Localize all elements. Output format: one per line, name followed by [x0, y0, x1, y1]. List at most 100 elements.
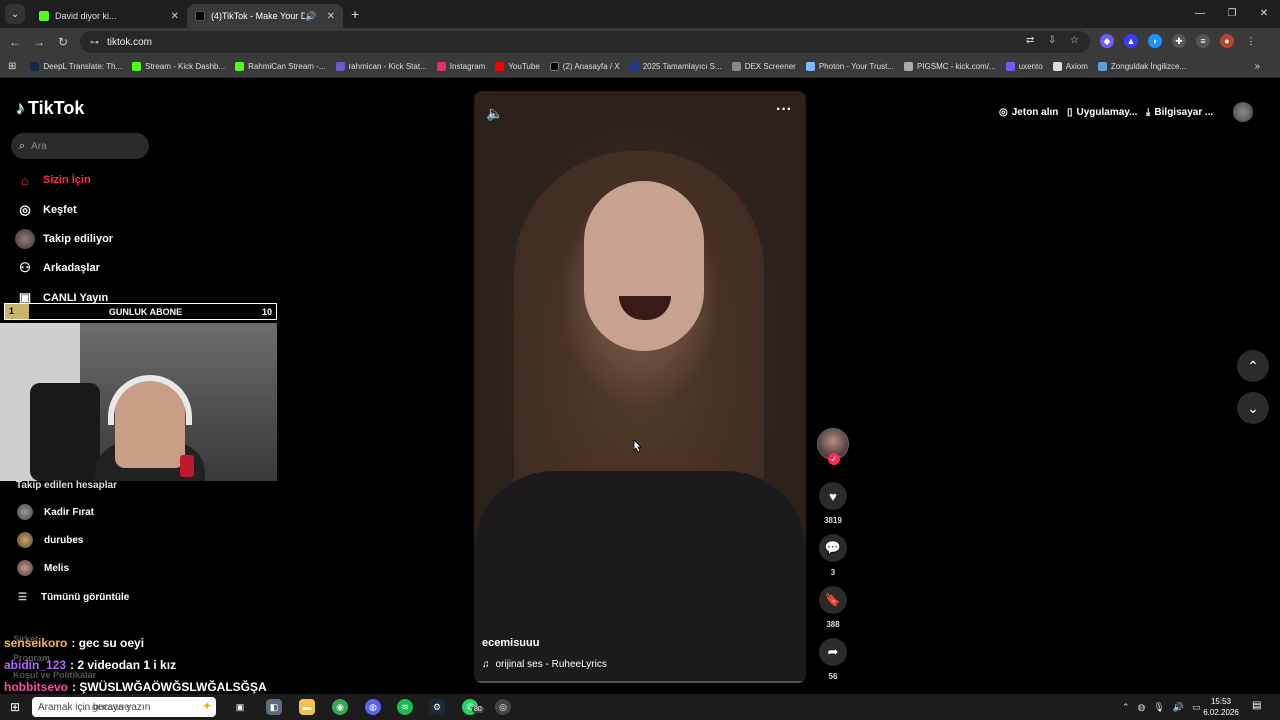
chat-message: hobbitsevo: ŞWÜSLWĞAÖWĞSLWĞALSĞŞA [4, 680, 267, 694]
follow-plus-icon[interactable]: ✓ [828, 453, 840, 465]
instagram-icon [436, 62, 446, 71]
desktop-app-button[interactable]: ⤓ Bilgisayar ... [1146, 102, 1213, 122]
volume-icon[interactable]: 🔈 [486, 105, 503, 122]
nav-friends[interactable]: ⚇ Arkadaşlar [15, 258, 100, 278]
profile-avatar[interactable] [1233, 102, 1253, 122]
tiktok-logo[interactable]: ♪ TikTok [16, 98, 84, 119]
extension-icon[interactable]: ▲ [1124, 34, 1138, 48]
bookmark-item[interactable]: Zonguldak İngilizce... [1097, 62, 1186, 71]
microphone-icon[interactable]: 🎙 [1153, 702, 1164, 713]
media-control-icon[interactable]: ≡ [1196, 34, 1210, 48]
bookmark-item[interactable]: PIGSMC - kick.com/... [903, 62, 996, 71]
search-overlay-text: gecsene [92, 702, 130, 713]
apps-grid-icon[interactable]: ⊞ [8, 61, 16, 72]
bookmark-item[interactable]: 2025 Tamamlayıcı S... [629, 62, 722, 71]
profile-icon[interactable]: ● [1220, 34, 1234, 48]
extension-icon[interactable]: ◗ [1148, 34, 1162, 48]
video-player[interactable]: 🔈 ··· ecemisuuu ♫ orijinal ses - RuheeLy… [474, 91, 806, 683]
menu-icon[interactable]: ⋮ [1244, 34, 1258, 48]
get-coins-button[interactable]: ◎ Jeton alın [999, 102, 1058, 122]
more-options-icon[interactable]: ··· [776, 101, 792, 119]
windows-start-icon[interactable]: ⊞ [0, 700, 30, 714]
video-author[interactable]: ecemisuuu [482, 637, 539, 649]
chrome-icon[interactable]: ◉ [332, 699, 348, 715]
steam-icon[interactable]: ⚙ [429, 699, 445, 715]
obs-icon[interactable]: ◎ [495, 699, 511, 715]
bookmark-item[interactable]: Axiom [1052, 62, 1088, 71]
bookmark-item[interactable]: Instagram [436, 62, 485, 71]
bookmark-item[interactable]: RahmiCan Stream -... [235, 62, 326, 71]
close-window-icon[interactable]: ✕ [1248, 0, 1280, 28]
bookmark-item[interactable]: Stream - Kick Dashb... [132, 62, 225, 71]
bookmark-item[interactable]: DeepL Translate: Th... [30, 62, 122, 71]
avatar [17, 532, 33, 548]
address-bar[interactable]: ⊶ tiktok.com ⇄ ⇩ ☆ [80, 31, 1090, 53]
minimize-icon[interactable]: — [1184, 0, 1216, 28]
video-progress-bar[interactable] [474, 681, 806, 683]
restore-icon[interactable]: ❐ [1216, 0, 1248, 28]
chevron-up-icon[interactable]: ⌃ [1122, 702, 1130, 713]
bookmark-item[interactable]: DEX Screener [731, 62, 796, 71]
tiktok-note-icon: ♪ [16, 98, 25, 118]
bookmark-star-icon[interactable]: ☆ [1070, 35, 1079, 46]
following-account[interactable]: Melis [17, 560, 69, 576]
view-all-following[interactable]: ☰ Tümünü görüntüle [18, 592, 129, 603]
forward-icon[interactable]: → [27, 35, 51, 49]
list-icon: ☰ [18, 592, 27, 603]
speaker-icon[interactable]: 🔊 [1173, 702, 1184, 713]
close-tab-icon[interactable]: ✕ [327, 11, 335, 22]
tab-tiktok[interactable]: (4)TikTok - Make Your Day 🔊 ✕ [187, 4, 343, 28]
discord-icon[interactable]: ◍ [365, 699, 381, 715]
nav-explore[interactable]: ◎ Keşfet [15, 200, 76, 220]
reload-icon[interactable]: ↻ [51, 35, 75, 49]
extension-icon[interactable]: ◆ [1100, 34, 1114, 48]
audio-playing-icon[interactable]: 🔊 [305, 11, 316, 22]
desktop-app-label: Bilgisayar ... [1154, 106, 1214, 118]
video-music[interactable]: ♫ orijinal ses - RuheeLyrics [482, 659, 607, 670]
save-button[interactable]: 🔖 [819, 586, 847, 614]
site-info-icon[interactable]: ⊶ [90, 37, 99, 48]
coin-icon: ◎ [999, 106, 1008, 118]
spotify-icon[interactable]: ≋ [397, 699, 413, 715]
bookmark-item[interactable]: rahmican - Kick Stat... [335, 62, 427, 71]
get-app-button[interactable]: ▯ Uygulamay... [1067, 102, 1137, 122]
creator-avatar[interactable]: ✓ [817, 428, 849, 465]
taskbar-clock[interactable]: 15:53 6.02.2026 [1200, 696, 1242, 718]
more-bookmarks-icon[interactable]: » [1254, 61, 1260, 72]
search-box[interactable]: ⌕ [11, 133, 149, 159]
bookmark-item[interactable]: (2) Anasayfa / X [549, 62, 620, 71]
bookmark-item[interactable]: YouTube [495, 62, 540, 71]
bookmark-favicon-icon [1097, 62, 1107, 71]
phone-icon: ▯ [1067, 106, 1073, 118]
tiktok-favicon-icon [195, 11, 205, 21]
app-icon[interactable]: ◧ [266, 699, 282, 715]
bookmark-favicon-icon [805, 62, 815, 71]
close-tab-icon[interactable]: ✕ [171, 11, 179, 22]
share-button[interactable]: ➦ [819, 638, 847, 666]
search-input[interactable] [31, 140, 132, 152]
following-account[interactable]: Kadir Fırat [17, 504, 94, 520]
bookmark-label: (2) Anasayfa / X [562, 62, 620, 71]
tab-search-button[interactable]: ⌄ [5, 4, 25, 24]
install-icon[interactable]: ⇩ [1048, 35, 1056, 46]
file-explorer-icon[interactable]: ▬ [299, 699, 315, 715]
translate-icon[interactable]: ⇄ [1026, 35, 1034, 46]
like-button[interactable]: ♥ [819, 482, 847, 510]
nav-following[interactable]: Takip ediliyor [15, 229, 113, 249]
back-icon[interactable]: ← [3, 35, 27, 49]
following-account[interactable]: durubes [17, 532, 83, 548]
previous-video-button[interactable]: ⌃ [1237, 350, 1269, 382]
discord-tray-icon[interactable]: ◍ [1138, 702, 1146, 713]
nav-for-you[interactable]: ⌂ Sizin İçin [15, 170, 91, 190]
comment-button[interactable]: 💬 [819, 534, 847, 562]
bookmark-item[interactable]: Photon - Your Trust... [805, 62, 894, 71]
new-tab-button[interactable]: + [351, 6, 359, 22]
tab-kick[interactable]: David diyor ki... ✕ [31, 4, 187, 28]
share-count: 56 [828, 672, 838, 681]
next-video-button[interactable]: ⌄ [1237, 392, 1269, 424]
notification-icon[interactable]: ▤ [1252, 700, 1261, 711]
avatar [17, 560, 33, 576]
task-view-icon[interactable]: ▣ [232, 699, 248, 715]
bookmark-item[interactable]: uxento [1005, 62, 1043, 71]
puzzle-icon[interactable]: ✚ [1172, 34, 1186, 48]
